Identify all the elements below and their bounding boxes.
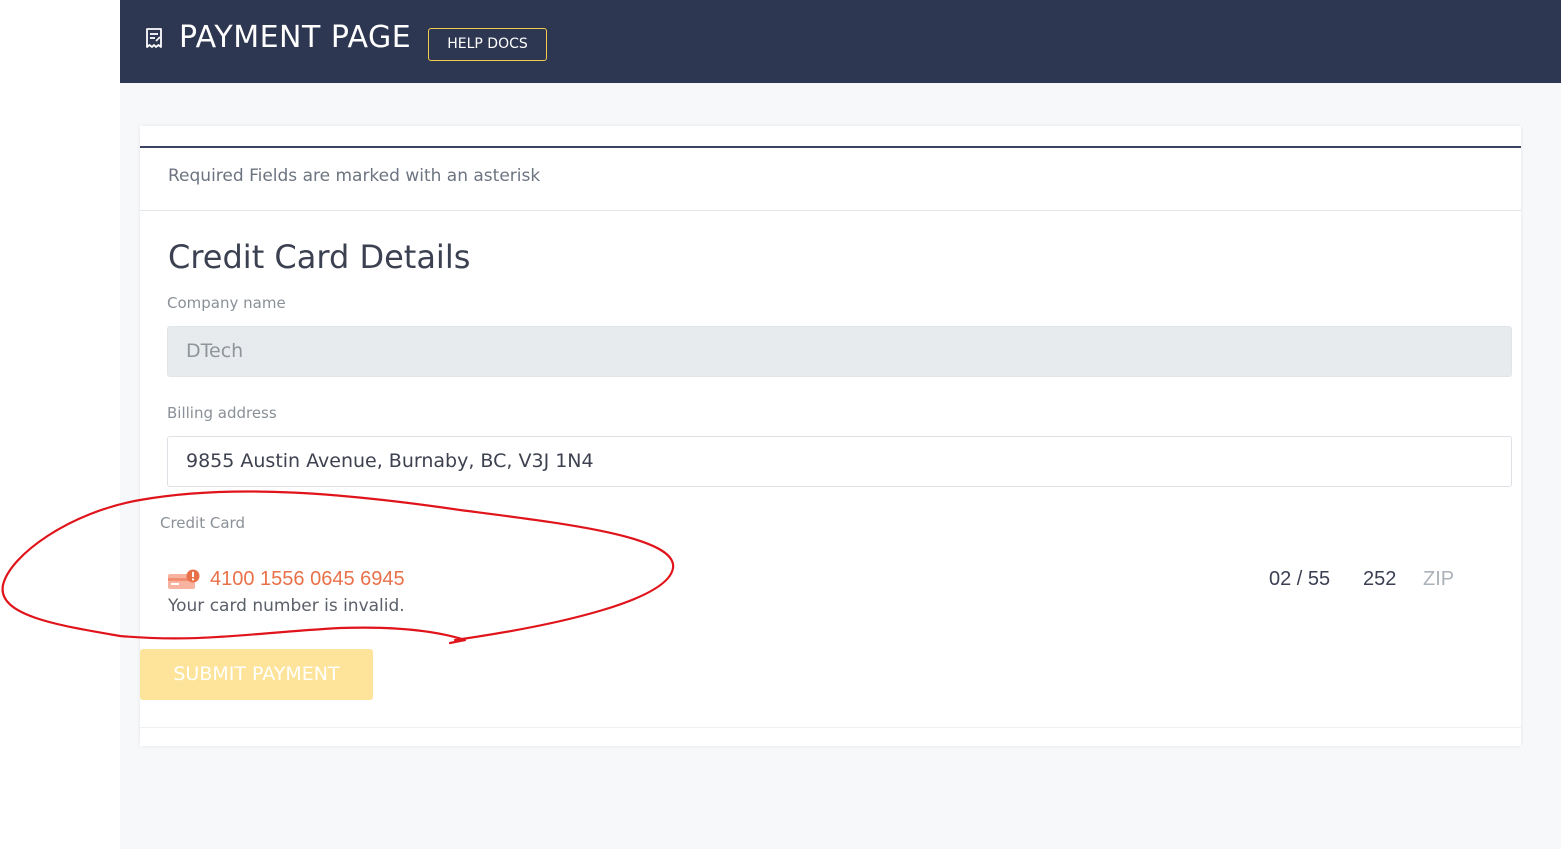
help-docs-button[interactable]: HELP DOCS <box>428 28 547 61</box>
card-cvc-input[interactable]: 252 <box>1363 568 1396 591</box>
payment-card: Required Fields are marked with an aster… <box>140 126 1521 746</box>
card-error-icon <box>167 569 201 591</box>
main-area: PAYMENT PAGE HELP DOCS Required Fields a… <box>120 0 1561 849</box>
card-number-input[interactable]: 4100 1556 0645 6945 <box>210 568 405 591</box>
left-blank-area <box>0 0 120 849</box>
card-expiry-input[interactable]: 02 / 55 <box>1269 568 1330 591</box>
submit-payment-button[interactable]: SUBMIT PAYMENT <box>140 649 373 700</box>
credit-card-input[interactable]: 4100 1556 0645 6945 02 / 55 252 ZIP <box>167 566 1497 596</box>
card-error-message: Your card number is invalid. <box>168 596 405 616</box>
company-name-field: DTech <box>167 326 1512 377</box>
receipt-icon <box>145 28 163 48</box>
card-bottom-divider <box>140 727 1521 728</box>
card-top-border <box>140 146 1521 148</box>
company-name-label: Company name <box>167 294 286 312</box>
required-fields-note: Required Fields are marked with an aster… <box>168 166 541 186</box>
section-title: Credit Card Details <box>168 238 471 276</box>
billing-address-label: Billing address <box>167 404 277 422</box>
page-title: PAYMENT PAGE <box>179 20 412 55</box>
credit-card-label: Credit Card <box>160 514 245 532</box>
billing-address-field[interactable]: 9855 Austin Avenue, Burnaby, BC, V3J 1N4 <box>167 436 1512 487</box>
app-frame: PAYMENT PAGE HELP DOCS Required Fields a… <box>0 0 1561 849</box>
card-zip-input[interactable]: ZIP <box>1423 568 1454 591</box>
divider <box>140 210 1521 211</box>
top-bar: PAYMENT PAGE HELP DOCS <box>120 0 1561 83</box>
